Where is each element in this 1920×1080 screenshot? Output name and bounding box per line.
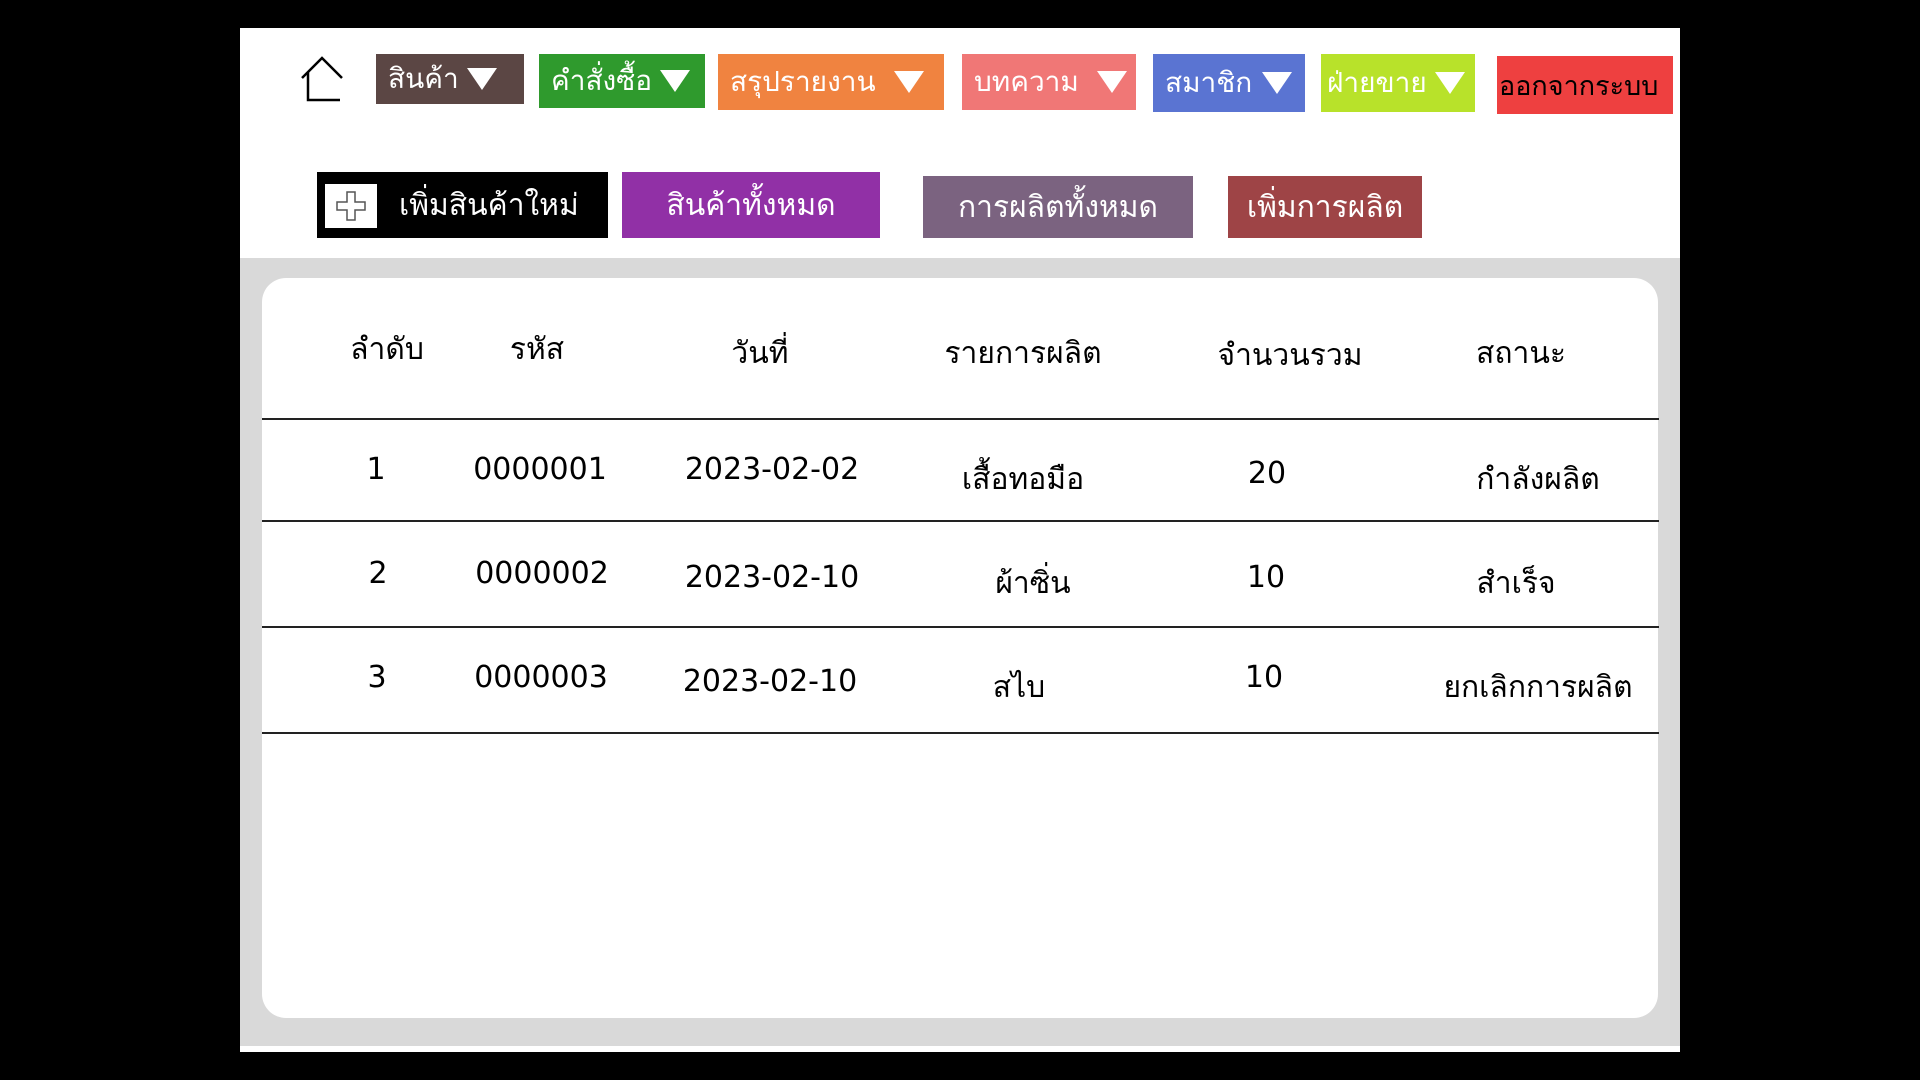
table-divider (262, 418, 1659, 420)
nav-articles-menu[interactable]: บทความ (962, 54, 1136, 110)
cell-index: 2 (368, 556, 388, 591)
table-divider (262, 626, 1659, 628)
cell-code: 0000002 (475, 556, 609, 591)
add-production-label: เพิ่มการผลิต (1246, 189, 1404, 225)
cell-date: 2023-02-10 (682, 664, 858, 699)
column-header-date: วันที่ (731, 336, 789, 371)
column-header-total: จำนวนรวม (1217, 338, 1363, 373)
production-table-card (262, 278, 1658, 1018)
cell-item: สไบ (992, 670, 1046, 705)
nav-articles-label: บทความ (974, 65, 1079, 98)
nav-sales-menu[interactable]: ฝ่ายขาย (1321, 54, 1475, 112)
app-frame: สินค้า คำสั่งซื้อ สรุปรายงาน บทความ สมาช… (240, 28, 1680, 1052)
nav-reports-menu[interactable]: สรุปรายงาน (718, 54, 944, 110)
cell-item: เสื้อทอมือ (961, 462, 1085, 497)
cell-total: 10 (1244, 660, 1284, 695)
chevron-down-icon (660, 70, 691, 92)
all-production-label: การผลิตทั้งหมด (957, 189, 1159, 225)
column-header-status: สถานะ (1476, 336, 1566, 371)
cell-status: ยกเลิกการผลิต (1443, 670, 1633, 705)
chevron-down-icon (1262, 72, 1293, 94)
all-production-button[interactable]: การผลิตทั้งหมด (923, 176, 1193, 238)
add-production-button[interactable]: เพิ่มการผลิต (1228, 176, 1422, 238)
nav-orders-label: คำสั่งซื้อ (551, 64, 653, 97)
chevron-down-icon (466, 68, 497, 90)
cell-item: ผ้าซิ่น (995, 566, 1071, 601)
column-header-item: รายการผลิต (944, 336, 1102, 371)
nav-products-label: สินค้า (388, 62, 459, 95)
nav-members-label: สมาชิก (1165, 66, 1253, 99)
nav-orders-menu[interactable]: คำสั่งซื้อ (539, 54, 705, 108)
nav-sales-label: ฝ่ายขาย (1327, 66, 1427, 99)
all-products-label: สินค้าทั้งหมด (666, 187, 836, 223)
column-header-index: ลำดับ (350, 332, 424, 367)
cell-code: 0000003 (474, 660, 608, 695)
cell-code: 0000001 (473, 452, 607, 487)
cell-status: กำลังผลิต (1476, 462, 1600, 497)
cell-total: 10 (1246, 560, 1286, 595)
cell-date: 2023-02-10 (684, 560, 860, 595)
home-icon[interactable] (300, 54, 344, 104)
table-divider (262, 520, 1659, 522)
all-products-button[interactable]: สินค้าทั้งหมด (622, 172, 880, 238)
nav-members-menu[interactable]: สมาชิก (1153, 54, 1305, 112)
table-divider (262, 732, 1659, 734)
nav-products-menu[interactable]: สินค้า (376, 54, 524, 104)
chevron-down-icon (893, 71, 924, 93)
cell-date: 2023-02-02 (684, 452, 860, 487)
add-product-button[interactable]: เพิ่มสินค้าใหม่ (317, 172, 608, 238)
nav-reports-label: สรุปรายงาน (730, 65, 876, 98)
column-header-code: รหัส (509, 332, 565, 367)
add-product-label: เพิ่มสินค้าใหม่ (399, 187, 579, 223)
cell-total: 20 (1247, 456, 1287, 491)
logout-label: ออกจากระบบ (1499, 70, 1659, 102)
plus-icon (325, 184, 377, 228)
chevron-down-icon (1434, 72, 1465, 94)
cell-index: 3 (367, 660, 387, 695)
logout-button[interactable]: ออกจากระบบ (1497, 56, 1673, 114)
cell-status: สำเร็จ (1476, 566, 1556, 601)
chevron-down-icon (1096, 71, 1127, 93)
cell-index: 1 (366, 452, 386, 487)
